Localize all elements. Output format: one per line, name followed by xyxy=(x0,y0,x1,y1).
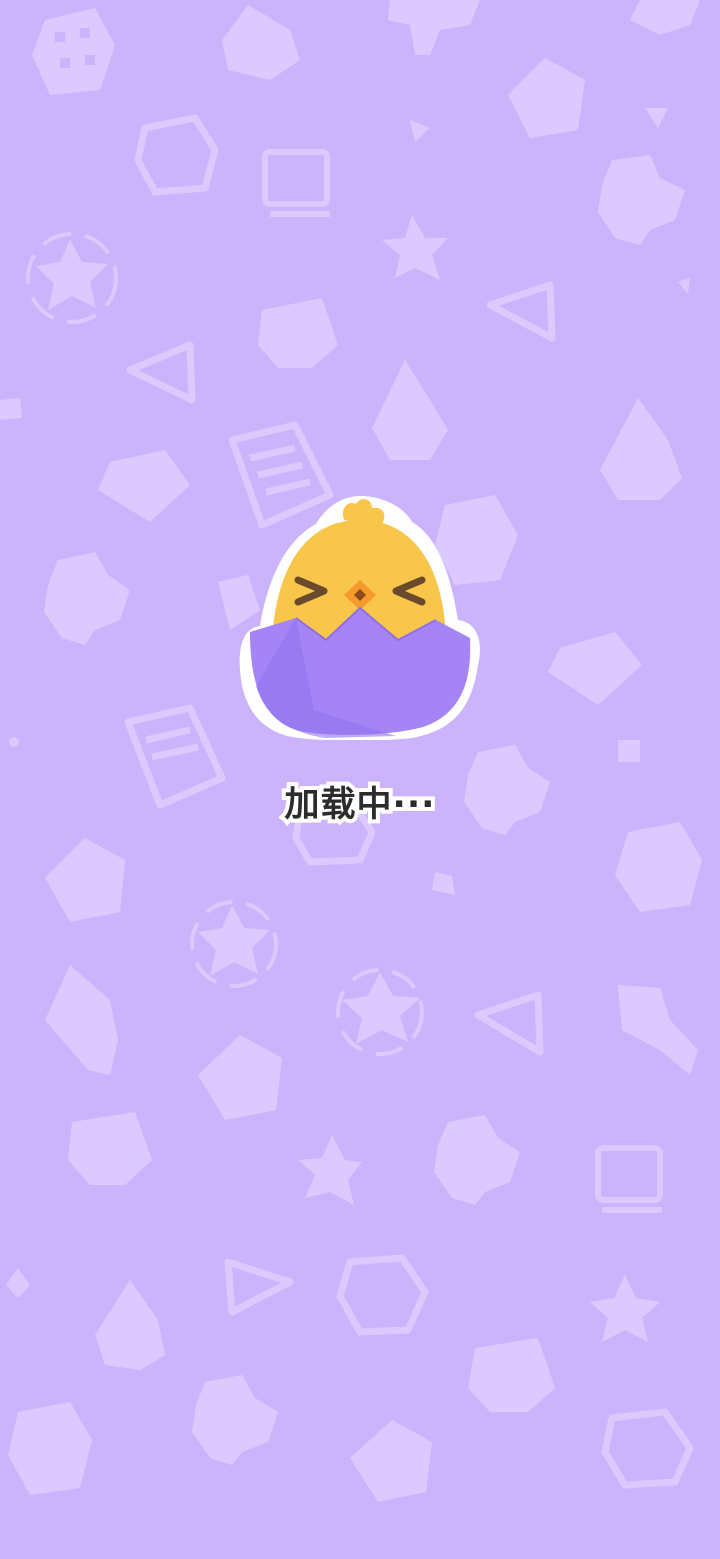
triangle-icon xyxy=(126,341,196,404)
gem-icon xyxy=(134,114,219,196)
gem-icon xyxy=(601,1408,694,1489)
chick-in-egg-icon xyxy=(239,496,480,740)
drop-icon xyxy=(222,5,300,80)
dice-icon xyxy=(32,8,115,95)
tv-icon xyxy=(262,149,330,217)
star-icon xyxy=(630,0,700,35)
drop-icon xyxy=(45,965,118,1075)
drop-icon xyxy=(95,1280,165,1370)
dice-icon xyxy=(8,1402,92,1495)
dice-icon xyxy=(615,822,702,912)
flower-icon xyxy=(192,1375,278,1465)
star-icon xyxy=(336,968,424,1056)
quote-bubble-icon xyxy=(68,1112,152,1185)
loading-screen: 加载中··· xyxy=(0,0,720,1559)
star-icon xyxy=(190,900,278,988)
drop-icon xyxy=(372,360,448,460)
triangle-icon xyxy=(486,281,556,342)
pentagon-icon xyxy=(198,1035,282,1120)
flower-icon xyxy=(598,155,685,245)
star-icon xyxy=(26,232,118,324)
pentagon-icon xyxy=(45,838,125,922)
gem-icon xyxy=(336,1254,429,1336)
star-icon xyxy=(382,215,448,280)
gem-icon xyxy=(98,450,190,522)
triangle-icon xyxy=(474,991,544,1056)
drop-icon xyxy=(600,398,682,500)
flower-icon xyxy=(434,1115,520,1205)
star-icon xyxy=(590,1275,660,1342)
gem-icon xyxy=(548,632,642,705)
pentagon-icon xyxy=(350,1420,432,1502)
tv-icon xyxy=(595,1145,663,1213)
loading-label: 加载中··· xyxy=(281,781,439,829)
fishbone-icon xyxy=(618,985,698,1075)
star-icon xyxy=(298,1135,362,1205)
triangle-icon xyxy=(224,1258,294,1316)
flower-icon xyxy=(44,552,130,645)
quote-bubble-icon xyxy=(468,1338,555,1412)
quote-bubble-icon xyxy=(258,298,338,368)
pentagon-icon xyxy=(508,58,585,138)
flower-icon xyxy=(388,0,480,55)
